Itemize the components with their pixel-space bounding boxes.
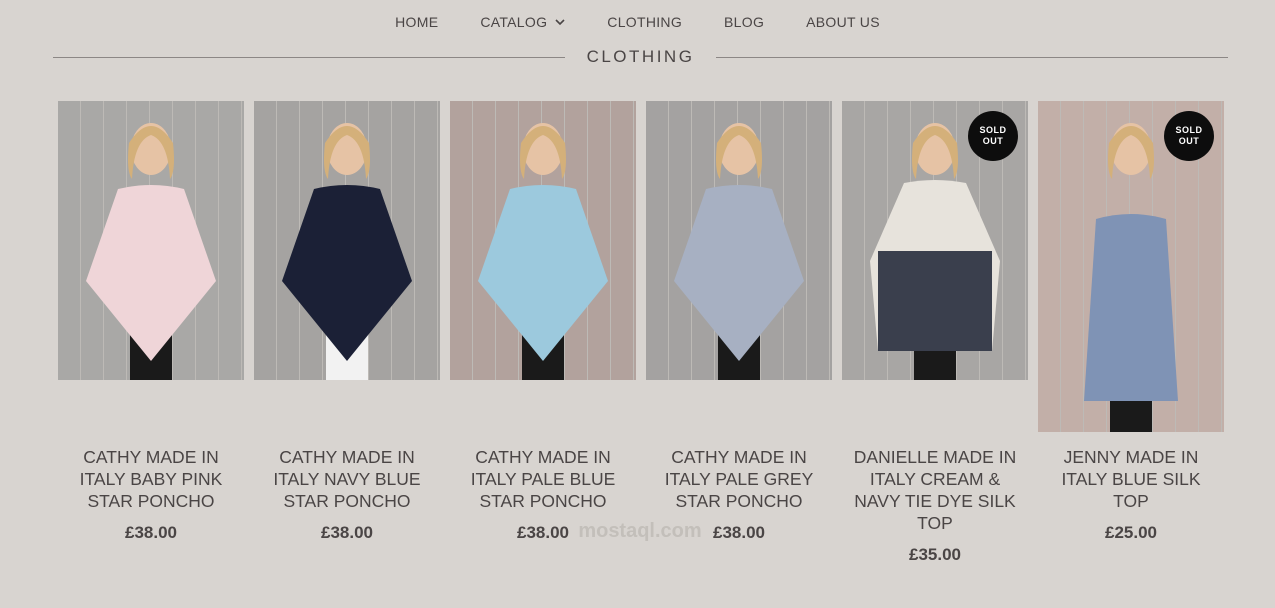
page-title: CLOTHING (586, 47, 695, 66)
nav-catalog-label: CATALOG (480, 14, 548, 30)
model-photo (646, 101, 832, 380)
nav-about-us-label: ABOUT US (806, 14, 880, 30)
divider-right (716, 56, 1228, 58)
product-image[interactable] (646, 101, 832, 380)
sold-out-badge: SOLD OUT (968, 111, 1018, 161)
model-photo (450, 101, 636, 380)
nav-clothing[interactable]: CLOTHING (607, 14, 682, 30)
model-photo (58, 101, 244, 380)
product-image[interactable] (450, 101, 636, 380)
product-card[interactable]: CATHY MADE IN ITALY PALE BLUE STAR PONCH… (450, 101, 636, 565)
product-price: £35.00 (909, 545, 961, 564)
nav-home[interactable]: HOME (395, 14, 438, 30)
chevron-down-icon (555, 19, 565, 26)
product-price: £38.00 (125, 523, 177, 542)
product-card[interactable]: SOLD OUT JENNY MADE IN ITALY BLUE SILK TOP… (1038, 101, 1224, 565)
product-price: £25.00 (1105, 523, 1157, 542)
nav-blog-label: BLOG (724, 14, 765, 30)
product-price: £38.00 (321, 523, 373, 542)
nav-catalog[interactable]: CATALOG (480, 14, 565, 30)
product-info: DANIELLE MADE IN ITALY CREAM & NAVY TIE … (842, 446, 1028, 565)
product-name[interactable]: CATHY MADE IN ITALY NAVY BLUE STAR PONCH… (254, 446, 440, 512)
main-nav: HOME CATALOG CLOTHING BLOG ABOUT US (0, 0, 1275, 44)
product-name[interactable]: CATHY MADE IN ITALY BABY PINK STAR PONCH… (58, 446, 244, 512)
product-card[interactable]: CATHY MADE IN ITALY PALE GREY STAR PONCH… (646, 101, 832, 565)
section-header: CLOTHING (53, 45, 1228, 69)
product-card[interactable]: CATHY MADE IN ITALY NAVY BLUE STAR PONCH… (254, 101, 440, 565)
model-photo (254, 101, 440, 380)
sold-out-badge: SOLD OUT (1164, 111, 1214, 161)
product-info: JENNY MADE IN ITALY BLUE SILK TOP £25.00 (1038, 446, 1224, 543)
product-image[interactable] (254, 101, 440, 380)
product-image[interactable]: SOLD OUT (1038, 101, 1224, 432)
product-card[interactable]: CATHY MADE IN ITALY BABY PINK STAR PONCH… (58, 101, 244, 565)
nav-clothing-label: CLOTHING (607, 14, 683, 30)
product-image[interactable]: SOLD OUT (842, 101, 1028, 380)
nav-about-us[interactable]: ABOUT US (806, 14, 880, 30)
product-info: CATHY MADE IN ITALY NAVY BLUE STAR PONCH… (254, 446, 440, 543)
nav-blog[interactable]: BLOG (724, 14, 764, 30)
nav-home-label: HOME (395, 14, 439, 30)
product-name[interactable]: CATHY MADE IN ITALY PALE BLUE STAR PONCH… (450, 446, 636, 512)
product-name[interactable]: CATHY MADE IN ITALY PALE GREY STAR PONCH… (646, 446, 832, 512)
product-name[interactable]: DANIELLE MADE IN ITALY CREAM & NAVY TIE … (842, 446, 1028, 534)
watermark-logo: mostaql.com (578, 520, 702, 542)
product-image[interactable] (58, 101, 244, 380)
product-name[interactable]: JENNY MADE IN ITALY BLUE SILK TOP (1038, 446, 1224, 512)
product-grid: CATHY MADE IN ITALY BABY PINK STAR PONCH… (58, 101, 1224, 565)
divider-left (53, 56, 565, 58)
product-card[interactable]: SOLD OUT DANIELLE MADE IN ITALY CREAM & NA… (842, 101, 1028, 565)
product-info: CATHY MADE IN ITALY BABY PINK STAR PONCH… (58, 446, 244, 543)
